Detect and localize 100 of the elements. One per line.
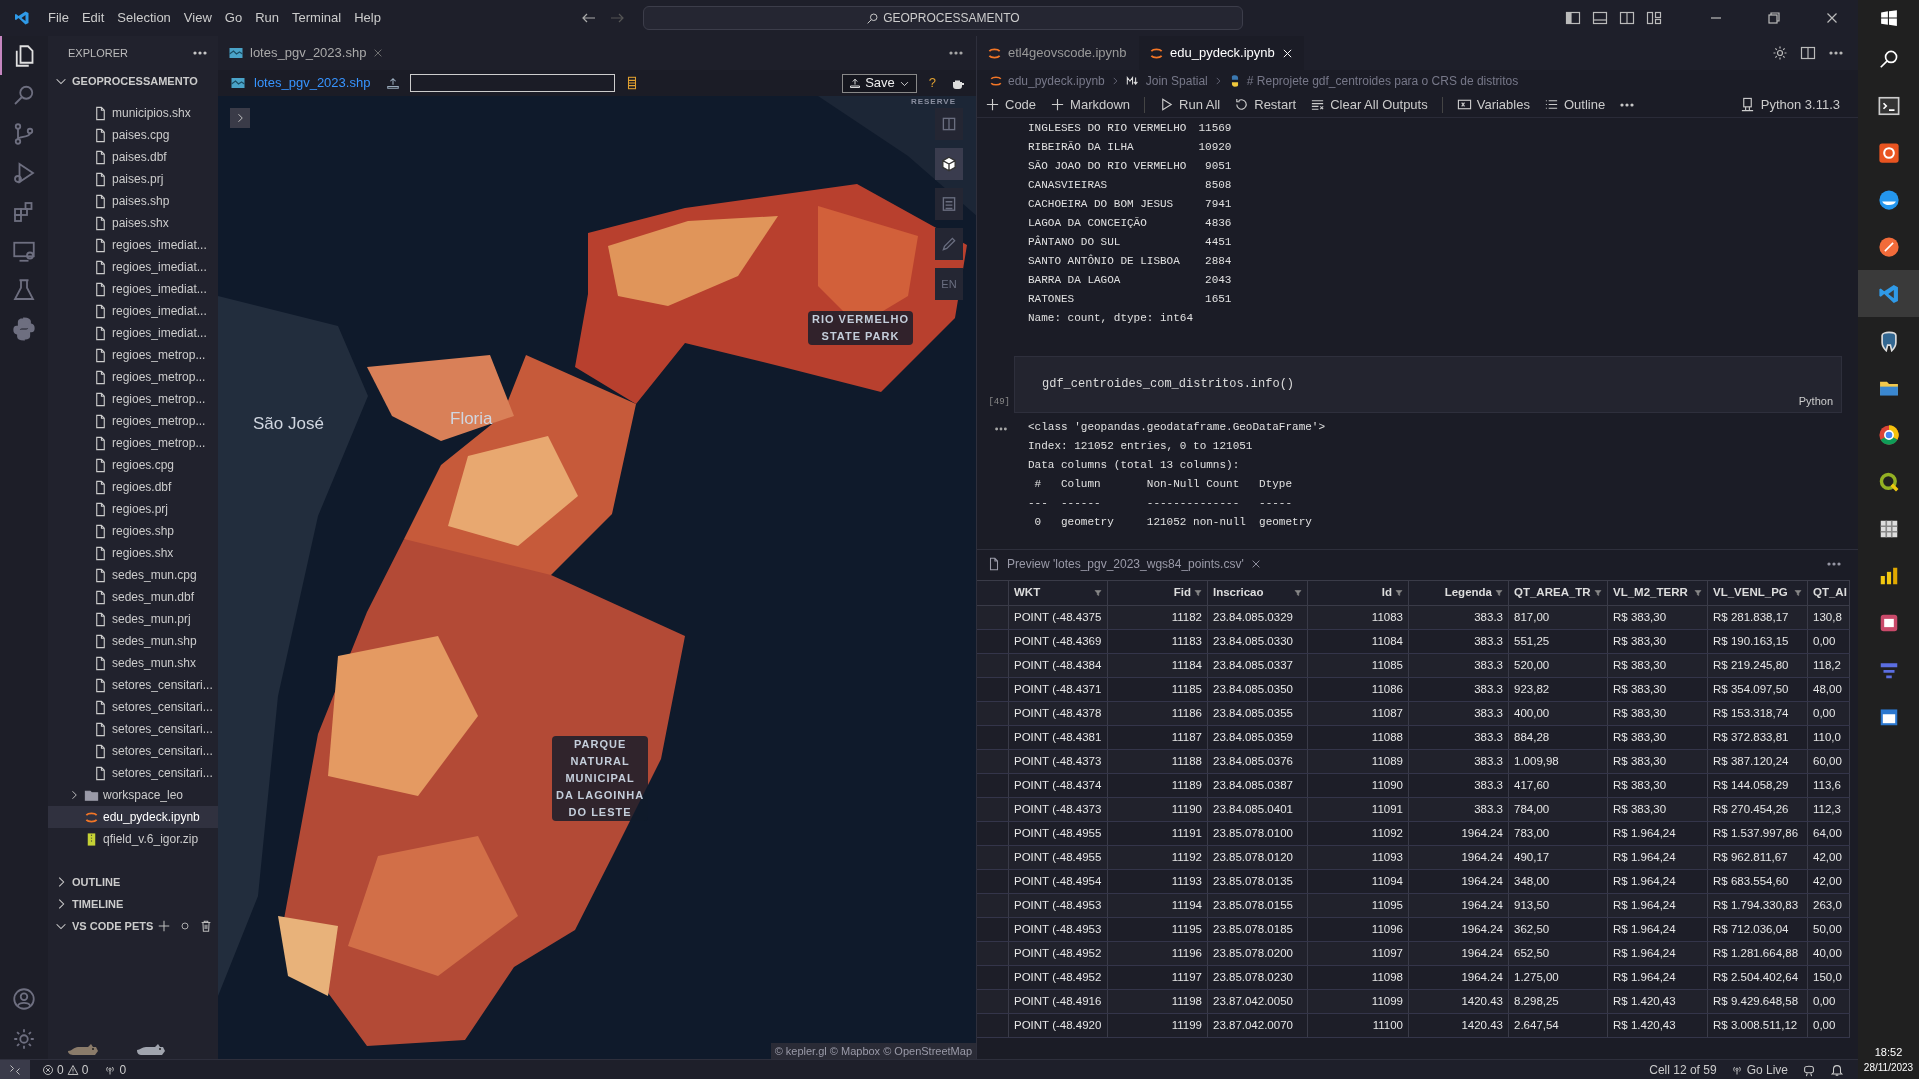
table-cell: POINT (-48.4954 — [1009, 870, 1108, 893]
file-tree-item[interactable]: regioes.shx — [48, 542, 218, 564]
column-header[interactable]: VL_M2_TERR — [1608, 581, 1708, 605]
column-header[interactable]: Fid — [1108, 581, 1208, 605]
breadcrumb-item[interactable]: edu_pydeck.ipynb — [1008, 72, 1105, 90]
file-tree-item[interactable]: paises.dbf — [48, 146, 218, 168]
notebook-toolbar-button[interactable]: Outline — [1543, 94, 1606, 115]
notebook-toolbar-button[interactable]: Restart — [1234, 94, 1297, 115]
ports-button[interactable]: 0 — [104, 1060, 127, 1079]
column-header[interactable]: WKT — [1009, 581, 1108, 605]
table-cell: R$ 383,30 — [1608, 630, 1708, 653]
code-cell[interactable]: gdf_centroides_com_distritos.info() Python — [1014, 356, 1842, 413]
file-tree-item[interactable]: regioes_metrop... — [48, 366, 218, 388]
file-tree-item[interactable]: paises.cpg — [48, 124, 218, 146]
column-header[interactable]: Inscricao — [1208, 581, 1308, 605]
table-cell: R$ 354.097,50 — [1708, 678, 1808, 701]
file-tree-item[interactable]: paises.shp — [48, 190, 218, 212]
clock-time[interactable]: 18:52 — [1874, 1045, 1903, 1060]
table-cell: 112,3 — [1808, 798, 1850, 821]
table-cell: 11094 — [1308, 870, 1409, 893]
menu-item[interactable]: Edit — [76, 8, 110, 28]
column-header[interactable]: VL_VENL_PG — [1708, 581, 1808, 605]
file-tree-item[interactable]: regioes_imediat... — [48, 256, 218, 278]
table-cell: 11190 — [1108, 798, 1208, 821]
folder-header[interactable]: GEOPROCESSAMENTO — [48, 70, 218, 92]
file-tree-item[interactable]: sedes_mun.shp — [48, 630, 218, 652]
table-cell: 884,28 — [1509, 726, 1608, 749]
table-cell: R$ 962.811,67 — [1708, 846, 1808, 869]
table-cell: 1.009,98 — [1509, 750, 1608, 773]
go-live-button[interactable]: Go Live — [1730, 1060, 1788, 1079]
notebook-toolbar-button[interactable]: Variables — [1456, 94, 1530, 115]
section-header[interactable]: TIMELINE — [54, 895, 124, 913]
file-tree-item[interactable]: regioes_imediat... — [48, 234, 218, 256]
file-tree-item[interactable]: regioes_imediat... — [48, 278, 218, 300]
kernel-picker[interactable]: Python 3.11.3 — [1739, 94, 1840, 115]
file-tree-item[interactable]: setores_censitari... — [48, 696, 218, 718]
file-link[interactable]: lotes_pgv_2023.shp — [254, 73, 371, 93]
file-tree-item[interactable]: regioes.prj — [48, 498, 218, 520]
cell-indicator[interactable]: Cell 12 of 59 — [1649, 1060, 1717, 1079]
save-dropdown[interactable]: Save — [842, 73, 917, 93]
menu-item[interactable]: Selection — [112, 8, 176, 28]
problems-button[interactable]: 0 0 — [42, 1060, 89, 1079]
file-tree-item[interactable]: regioes_metrop... — [48, 388, 218, 410]
column-header[interactable]: Legenda — [1409, 581, 1509, 605]
table-cell: 11182 — [1108, 606, 1208, 629]
command-search-field[interactable]: GEOPROCESSAMENTO — [642, 6, 1243, 30]
file-tree-item[interactable]: qfield_v.6_igor.zip — [48, 828, 218, 850]
file-tree-item[interactable]: edu_pydeck.ipynb — [48, 806, 218, 828]
file-tree-item[interactable]: workspace_leo — [48, 784, 218, 806]
table-cell: 23.85.078.0135 — [1208, 870, 1308, 893]
file-tree-item[interactable]: setores_censitari... — [48, 674, 218, 696]
menu-item[interactable]: Go — [219, 8, 248, 28]
menu-item[interactable]: Terminal — [287, 8, 347, 28]
menu-item[interactable]: Run — [250, 8, 284, 28]
column-header[interactable]: QT_AREA_TR — [1509, 581, 1608, 605]
file-tree-item[interactable]: regioes_metrop... — [48, 410, 218, 432]
table-cell: 11088 — [1308, 726, 1409, 749]
file-tree-item[interactable]: regioes_metrop... — [48, 344, 218, 366]
table-cell: R$ 1.964,24 — [1608, 870, 1708, 893]
table-cell: R$ 1.794.330,83 — [1708, 894, 1808, 917]
help-link[interactable]: ? — [928, 73, 936, 93]
menu-item[interactable]: View — [178, 8, 217, 28]
file-tree-item[interactable]: setores_censitari... — [48, 740, 218, 762]
file-tree-item[interactable]: regioes.shp — [48, 520, 218, 542]
column-header[interactable]: QT_AI — [1808, 581, 1850, 605]
notebook-toolbar-button[interactable]: Run All — [1159, 94, 1221, 115]
table-cell: R$ 383,30 — [1608, 606, 1708, 629]
breadcrumb-item[interactable]: # Reprojete gdf_centroides para o CRS de distritos — [1246, 72, 1519, 90]
table-cell: 11199 — [1108, 1014, 1208, 1037]
breadcrumb-item[interactable]: Join Spatial — [1145, 72, 1208, 90]
section-header[interactable]: VS CODE PETS — [54, 917, 154, 935]
notebook-toolbar-button[interactable]: Markdown — [1050, 94, 1131, 115]
column-header[interactable]: Id — [1308, 581, 1409, 605]
notebook-toolbar-button[interactable]: Clear All Outputs — [1310, 94, 1428, 115]
file-tree-item[interactable]: setores_censitari... — [48, 762, 218, 784]
table-cell: 23.84.085.0350 — [1208, 678, 1308, 701]
section-header[interactable]: OUTLINE — [54, 873, 121, 891]
clock-date[interactable]: 28/11/2023 — [1863, 1060, 1914, 1075]
file-tree-item[interactable]: regioes_imediat... — [48, 300, 218, 322]
file-tree-item[interactable]: sedes_mun.shx — [48, 652, 218, 674]
file-tree-item[interactable]: setores_censitari... — [48, 718, 218, 740]
notebook-toolbar-button[interactable]: Code — [985, 94, 1037, 115]
file-tree-item[interactable]: sedes_mun.cpg — [48, 564, 218, 586]
menu-item[interactable]: Help — [349, 8, 386, 28]
output-text: 8508 — [1204, 178, 1232, 193]
editor-tab[interactable]: edu_pydeck.ipynb — [1139, 36, 1304, 70]
file-tree-item[interactable]: regioes_imediat... — [48, 322, 218, 344]
table-cell: 11197 — [1108, 966, 1208, 989]
table-cell: 23.87.042.0050 — [1208, 990, 1308, 1013]
file-tree-item[interactable]: sedes_mun.dbf — [48, 586, 218, 608]
table-cell: 913,50 — [1509, 894, 1608, 917]
file-tree-item[interactable]: paises.shx — [48, 212, 218, 234]
file-tree-item[interactable]: sedes_mun.prj — [48, 608, 218, 630]
file-tree-item[interactable]: regioes_metrop... — [48, 432, 218, 454]
file-tree-item[interactable]: municipios.shx — [48, 102, 218, 124]
file-tree-item[interactable]: paises.prj — [48, 168, 218, 190]
menu-item[interactable]: File — [43, 8, 74, 28]
table-cell: 11193 — [1108, 870, 1208, 893]
file-tree-item[interactable]: regioes.dbf — [48, 476, 218, 498]
file-tree-item[interactable]: regioes.cpg — [48, 454, 218, 476]
